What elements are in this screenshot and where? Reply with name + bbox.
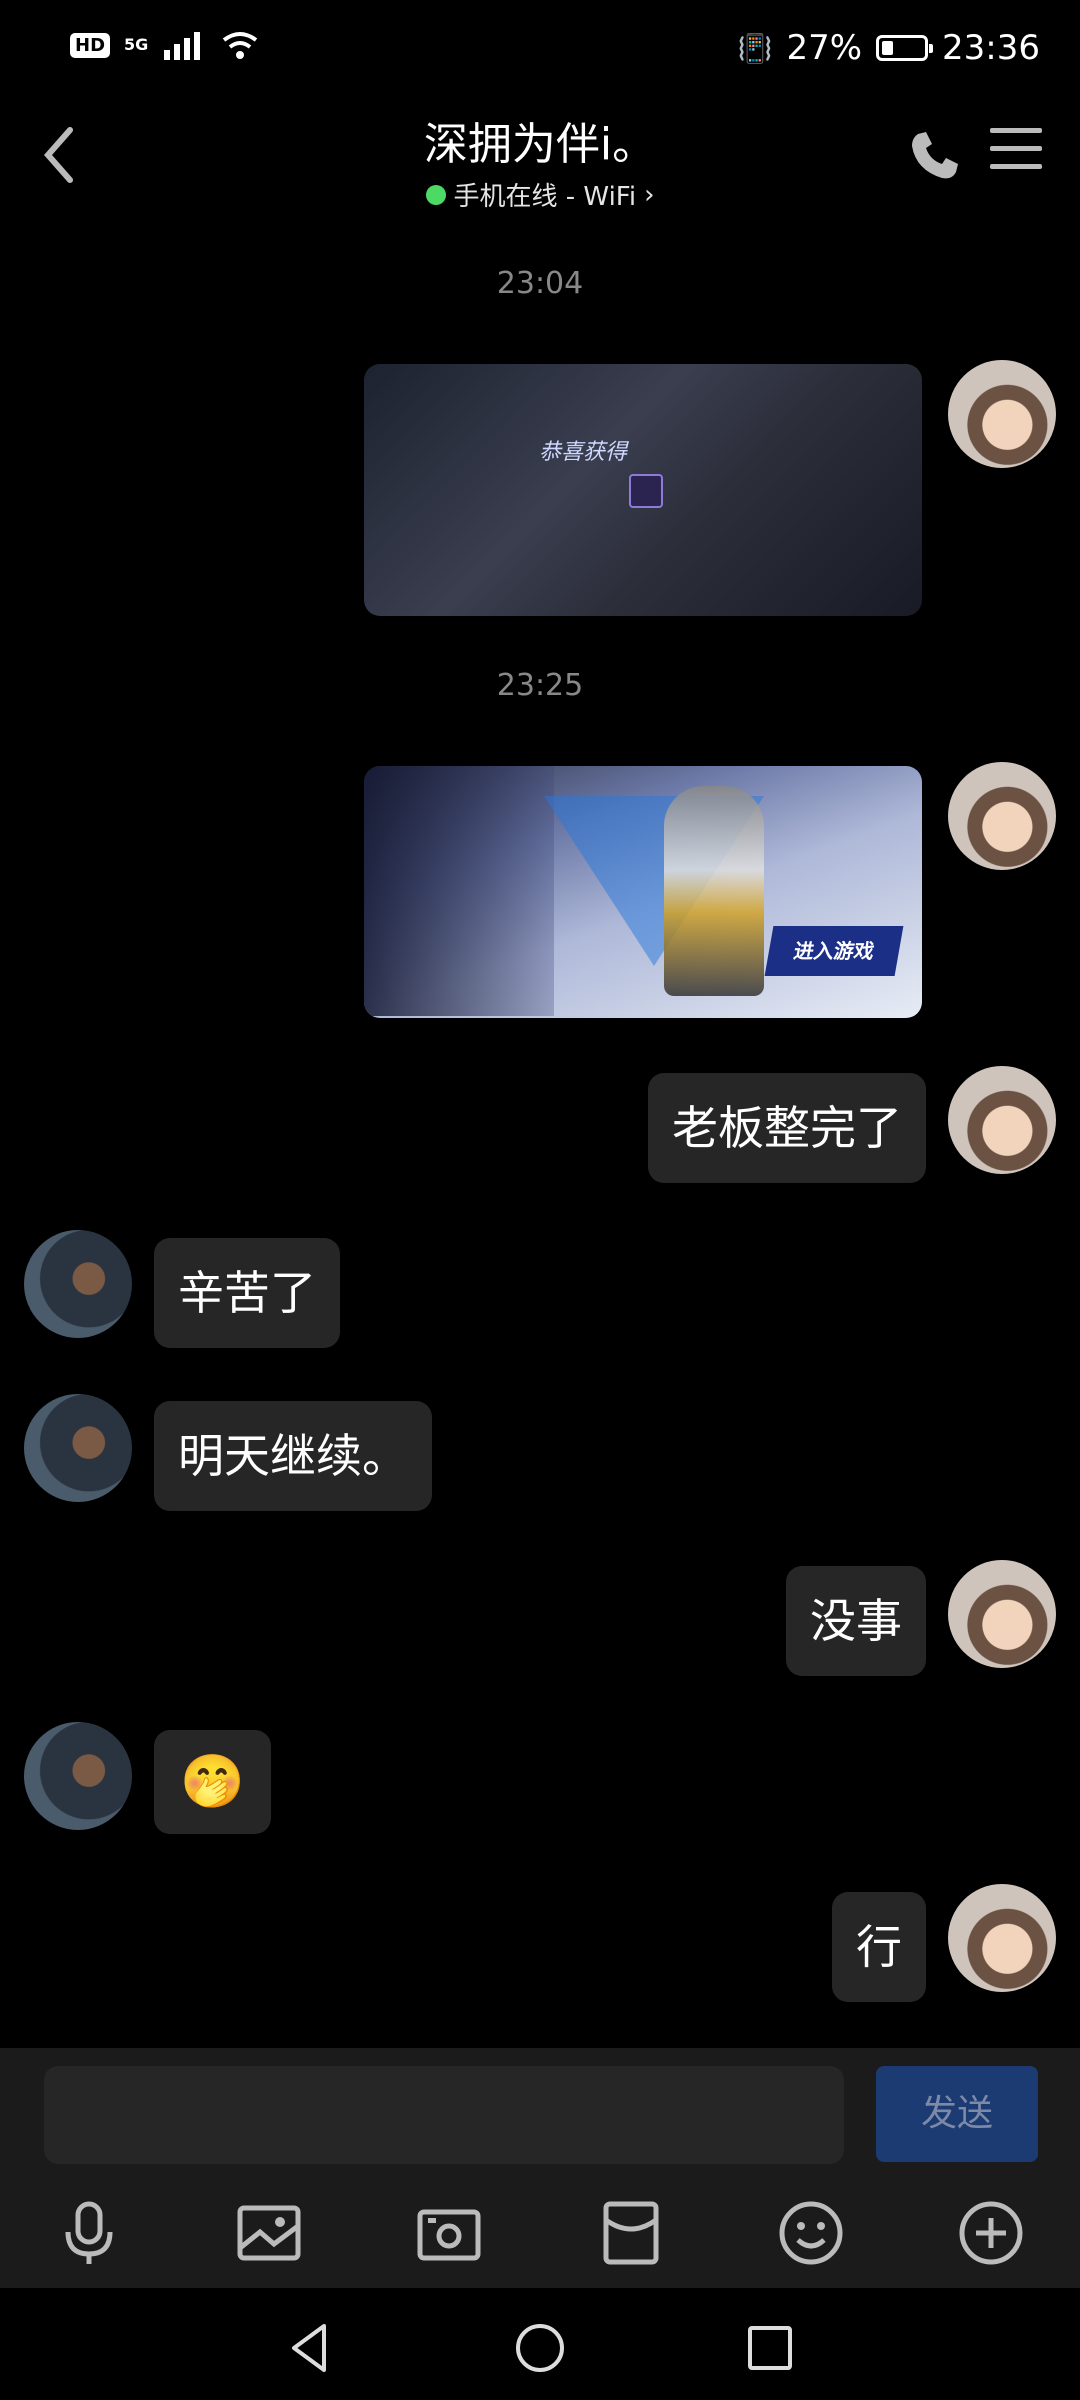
send-button[interactable]: 发送 [876, 2066, 1038, 2162]
image-message[interactable]: 恭喜获得 [364, 364, 922, 616]
wifi-icon [223, 32, 258, 59]
status-left: HD 5G [70, 30, 260, 60]
battery-percent: 27% [786, 28, 863, 68]
status-bar: HD 5G 📳 27% 23:36 [0, 0, 1080, 100]
chevron-right-icon: › [644, 179, 655, 210]
online-dot-icon [425, 184, 446, 205]
camera-icon[interactable] [414, 2198, 484, 2268]
system-navigation-bar [0, 2288, 1080, 2400]
message-input[interactable] [44, 2066, 844, 2164]
sent-message-bubble[interactable]: 没事 [786, 1566, 926, 1676]
received-message-bubble[interactable]: 辛苦了 [154, 1238, 340, 1348]
nav-back-icon[interactable] [280, 2318, 340, 2378]
nav-recents-icon[interactable] [740, 2318, 800, 2378]
hd-indicator: HD [70, 32, 111, 58]
clock: 23:36 [942, 28, 1040, 68]
my-avatar[interactable] [948, 1884, 1056, 1992]
received-message-bubble[interactable]: 明天继续。 [154, 1401, 432, 1511]
image-icon[interactable] [234, 2198, 304, 2268]
my-avatar[interactable] [948, 762, 1056, 870]
sent-message-bubble[interactable]: 行 [832, 1892, 926, 2002]
enter-game-label: 进入游戏 [764, 926, 904, 976]
image-message[interactable]: 进入游戏 [364, 766, 922, 1018]
my-avatar[interactable] [948, 1066, 1056, 1174]
sent-message-bubble[interactable]: 老板整完了 [648, 1073, 926, 1183]
signal-icon [164, 32, 201, 60]
phone-call-icon[interactable] [904, 126, 964, 186]
microphone-icon[interactable] [54, 2198, 124, 2268]
my-avatar[interactable] [948, 1560, 1056, 1668]
reward-item-icon [629, 474, 663, 508]
message-timestamp: 23:25 [496, 668, 584, 703]
nav-home-icon[interactable] [510, 2318, 570, 2378]
plus-icon[interactable] [956, 2198, 1026, 2268]
network-type: 5G [124, 35, 149, 54]
status-right: 📳 27% 23:36 [738, 28, 1040, 68]
image-caption: 恭喜获得 [539, 440, 628, 465]
input-bar: 发送 [0, 2048, 1080, 2288]
menu-icon[interactable] [990, 128, 1042, 178]
message-timestamp: 23:04 [496, 266, 584, 301]
emoji-icon[interactable] [776, 2198, 846, 2268]
character-figure [664, 786, 764, 996]
battery-icon [876, 35, 934, 61]
online-status-text: 手机在线 - WiFi [453, 182, 637, 212]
contact-avatar[interactable] [24, 1722, 132, 1830]
received-emoji-bubble[interactable]: 🤭 [154, 1730, 271, 1834]
contact-avatar[interactable] [24, 1230, 132, 1338]
my-avatar[interactable] [948, 360, 1056, 468]
character-list-panel [364, 766, 554, 1016]
red-packet-icon[interactable] [596, 2198, 666, 2268]
contact-avatar[interactable] [24, 1394, 132, 1502]
chat-header: 深拥为伴i。 手机在线 - WiFi › [0, 100, 1080, 212]
vibrate-icon: 📳 [737, 31, 773, 65]
